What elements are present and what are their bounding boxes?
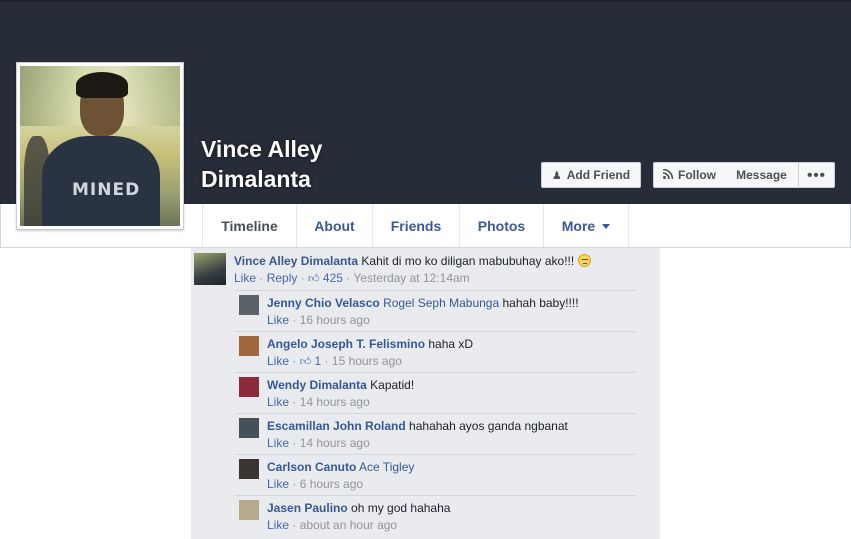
message-button[interactable]: Message [725, 162, 799, 188]
list-item: Wendy Dimalanta Kapatid! Like · 14 hours… [239, 377, 414, 411]
comment-author[interactable]: Vince Alley Dimalanta [234, 254, 358, 268]
comment-timestamp[interactable]: 14 hours ago [300, 395, 370, 409]
list-item: Carlson Canuto Ace Tigley Like · 6 hours… [239, 459, 414, 493]
profile-picture[interactable]: MINED [16, 62, 184, 230]
avatar[interactable] [239, 418, 259, 438]
avatar[interactable] [239, 500, 259, 520]
tab-friends[interactable]: Friends [373, 204, 460, 247]
follow-label: Follow [678, 168, 716, 182]
like-link[interactable]: Like [267, 477, 289, 491]
like-link[interactable]: Like [267, 395, 289, 409]
comment-text: Kahit di mo ko diligan mabubuhay ako!!! [361, 254, 575, 268]
comment-text: haha xD [428, 337, 474, 351]
thumbs-up-icon: 👍︎ [299, 356, 312, 368]
comment-timestamp[interactable]: 14 hours ago [300, 436, 370, 450]
comment-text: hahah baby!!!! [502, 296, 579, 310]
more-options-icon: ••• [807, 166, 826, 184]
list-item: Jenny Chio Velasco Rogel Seph Mabunga ha… [239, 295, 579, 329]
tab-photos[interactable]: Photos [460, 204, 544, 247]
picture-shirt-text: MINED [72, 180, 141, 200]
rss-icon [662, 168, 674, 182]
thumbs-up-icon: 👍︎ [308, 273, 320, 285]
list-item: Escamillan John Roland hahahah ayos gand… [239, 418, 568, 452]
comment-timestamp[interactable]: 15 hours ago [332, 354, 402, 368]
tab-timeline-label: Timeline [221, 217, 278, 234]
like-link[interactable]: Like [267, 436, 289, 450]
comment-text: oh my god hahaha [351, 501, 451, 515]
reply-divider [235, 495, 636, 496]
smiley-icon [577, 254, 591, 267]
like-count[interactable]: 425 [323, 271, 343, 285]
cover-top-edge [0, 0, 851, 2]
profile-first-name: Vince Alley [201, 136, 323, 162]
like-link[interactable]: Like [267, 518, 289, 532]
comment-author[interactable]: Wendy Dimalanta [267, 378, 367, 392]
like-link[interactable]: Like [267, 354, 289, 368]
avatar[interactable] [239, 295, 259, 315]
avatar[interactable] [239, 336, 259, 356]
list-item: Jasen Paulino oh my god hahaha Like · ab… [239, 500, 450, 534]
avatar[interactable] [194, 253, 226, 285]
main-comment: Vince Alley Dimalanta Kahit di mo ko dil… [194, 253, 591, 288]
comment-text: Kapatid! [370, 378, 415, 392]
follow-button[interactable]: Follow [653, 162, 726, 188]
reply-divider [235, 413, 636, 414]
comment-thread: Vince Alley Dimalanta Kahit di mo ko dil… [191, 248, 660, 539]
add-friend-button[interactable]: ♟ Add Friend [541, 162, 641, 188]
profile-last-name: Dimalanta [201, 166, 311, 192]
tab-timeline[interactable]: Timeline [202, 204, 297, 247]
reply-divider [235, 372, 636, 373]
tagged-user[interactable]: Rogel Seph Mabunga [383, 296, 499, 310]
list-item: Angelo Joseph T. Felismino haha xD Like … [239, 336, 473, 371]
tab-friends-label: Friends [390, 217, 442, 234]
comment-author[interactable]: Jasen Paulino [267, 501, 348, 515]
comment-author[interactable]: Jenny Chio Velasco [267, 296, 380, 310]
comment-author[interactable]: Carlson Canuto [267, 460, 356, 474]
reply-divider [235, 331, 636, 332]
add-friend-label: Add Friend [566, 168, 631, 182]
comment-author[interactable]: Angelo Joseph T. Felismino [267, 337, 425, 351]
comment-timestamp[interactable]: 6 hours ago [300, 477, 363, 491]
chevron-down-icon [602, 224, 611, 229]
tab-more-label: More [561, 217, 596, 234]
reply-divider [235, 454, 636, 455]
profile-name[interactable]: Vince Alley Dimalanta [201, 134, 401, 194]
comment-author[interactable]: Escamillan John Roland [267, 419, 406, 433]
more-options-button[interactable]: ••• [798, 162, 835, 188]
tab-about[interactable]: About [297, 204, 373, 247]
add-friend-icon: ♟ [551, 169, 562, 182]
tab-more[interactable]: More [544, 204, 629, 247]
comment-timestamp[interactable]: about an hour ago [300, 518, 397, 532]
picture-hair [76, 72, 128, 98]
tagged-user[interactable]: Ace Tigley [359, 460, 414, 474]
comment-text: hahahah ayos ganda ngbanat [409, 419, 568, 433]
comment-timestamp[interactable]: Yesterday at 12:14am [353, 271, 469, 285]
reply-link[interactable]: Reply [267, 271, 298, 285]
tab-about-label: About [314, 217, 355, 234]
avatar[interactable] [239, 459, 259, 479]
message-label: Message [736, 168, 787, 182]
profile-picture-image: MINED [20, 66, 180, 226]
comment-timestamp[interactable]: 16 hours ago [300, 313, 370, 327]
avatar[interactable] [239, 377, 259, 397]
like-count[interactable]: 1 [315, 354, 322, 368]
tab-photos-label: Photos [477, 217, 526, 234]
like-link[interactable]: Like [267, 313, 289, 327]
like-link[interactable]: Like [234, 271, 256, 285]
reply-divider [235, 290, 636, 291]
